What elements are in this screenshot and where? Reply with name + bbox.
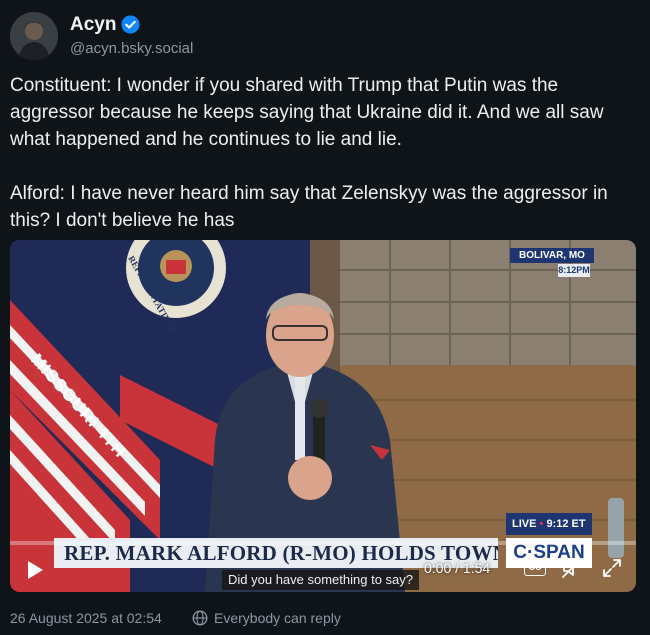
reply-setting[interactable]: Everybody can reply — [192, 609, 341, 627]
avatar-image — [10, 12, 58, 60]
live-time: 9:12 ET — [546, 518, 586, 530]
location-time: 8:12PM — [558, 264, 590, 277]
globe-icon — [192, 610, 208, 626]
post: Acyn @acyn.bsky.social Constituent: I wo… — [0, 0, 650, 635]
play-icon[interactable] — [22, 558, 46, 582]
video-caption: Did you have something to say? — [222, 570, 419, 590]
time-display: 0:00 / 1:54 — [424, 560, 491, 576]
live-label: LIVE — [512, 518, 537, 530]
avatar[interactable] — [10, 12, 58, 60]
handle[interactable]: @acyn.bsky.social — [70, 40, 193, 57]
live-badge: LIVE • 9:12 ET — [506, 513, 592, 535]
mute-icon[interactable] — [560, 556, 584, 580]
post-text: Constituent: I wonder if you shared with… — [10, 75, 608, 231]
verified-icon — [121, 15, 140, 34]
display-name[interactable]: Acyn — [70, 14, 116, 36]
fullscreen-icon[interactable] — [600, 556, 624, 580]
post-timestamp[interactable]: 26 August 2025 at 02:54 — [10, 610, 162, 626]
video-scrubber[interactable] — [10, 541, 636, 545]
reply-setting-label: Everybody can reply — [214, 610, 341, 626]
video-player[interactable]: MISSOURI 4TH REPRESENTATIVES BOLIVAR, MO… — [10, 240, 636, 592]
closed-captions-icon[interactable]: CC — [524, 560, 546, 576]
location-badge: BOLIVAR, MO — [510, 248, 594, 263]
